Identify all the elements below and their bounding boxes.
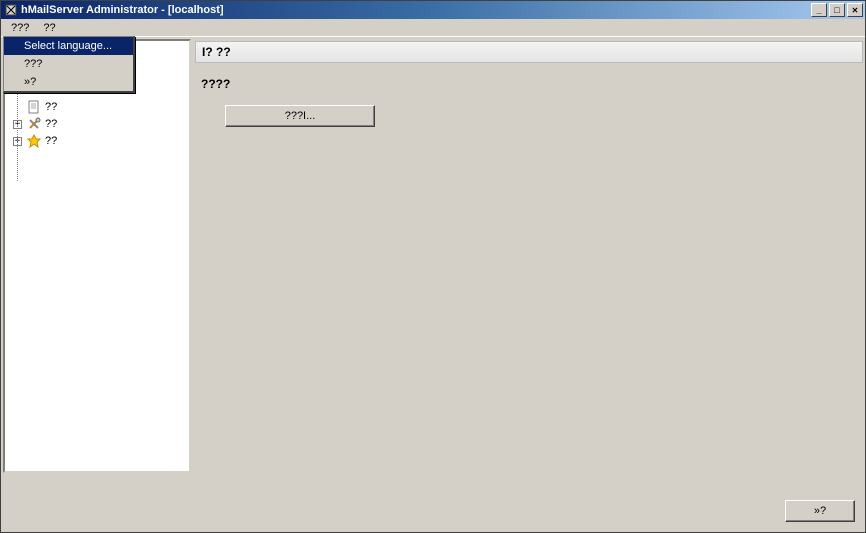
tools-icon: [26, 116, 42, 132]
footer-bar: »?: [785, 500, 855, 522]
section-label: ????: [195, 63, 863, 91]
menu-item-1[interactable]: ??: [37, 20, 61, 36]
menubar: ??? ?? Select language... ??? »?: [1, 19, 865, 37]
button-row: ???І...: [225, 105, 863, 127]
tree-label: ??: [45, 135, 57, 147]
dropdown-item-2[interactable]: »?: [4, 73, 133, 91]
main-window: hMailServer Administrator - [localhost] …: [0, 0, 866, 533]
body: ?? + ?? +: [1, 37, 865, 532]
tree-node-0[interactable]: ??: [13, 99, 189, 115]
tree-label: ??: [45, 118, 57, 130]
tree-node-1[interactable]: + ??: [13, 116, 189, 132]
close-button[interactable]: ✕: [847, 3, 863, 17]
titlebar: hMailServer Administrator - [localhost] …: [1, 1, 865, 19]
main-action-button[interactable]: ???І...: [225, 105, 375, 127]
star-icon: [26, 133, 42, 149]
menu-item-0[interactable]: ???: [5, 20, 35, 36]
tree-label: ??: [45, 101, 57, 113]
footer-button[interactable]: »?: [785, 500, 855, 522]
page-icon: [26, 99, 42, 115]
window-controls: _ □ ✕: [811, 3, 865, 17]
content-header: І? ??: [195, 41, 863, 63]
tree-panel: ?? + ?? +: [3, 39, 191, 473]
minimize-button[interactable]: _: [811, 3, 827, 17]
dropdown-menu: Select language... ??? »?: [3, 36, 135, 93]
tree-node-2[interactable]: + ??: [13, 133, 189, 149]
app-icon: [4, 3, 18, 17]
content-area: І? ?? ???? ???І... »?: [195, 39, 863, 530]
content-header-text: І? ??: [202, 45, 231, 59]
dropdown-item-1[interactable]: ???: [4, 55, 133, 73]
window-title: hMailServer Administrator - [localhost]: [21, 4, 811, 16]
dropdown-item-select-language[interactable]: Select language...: [4, 37, 133, 55]
maximize-button[interactable]: □: [829, 3, 845, 17]
